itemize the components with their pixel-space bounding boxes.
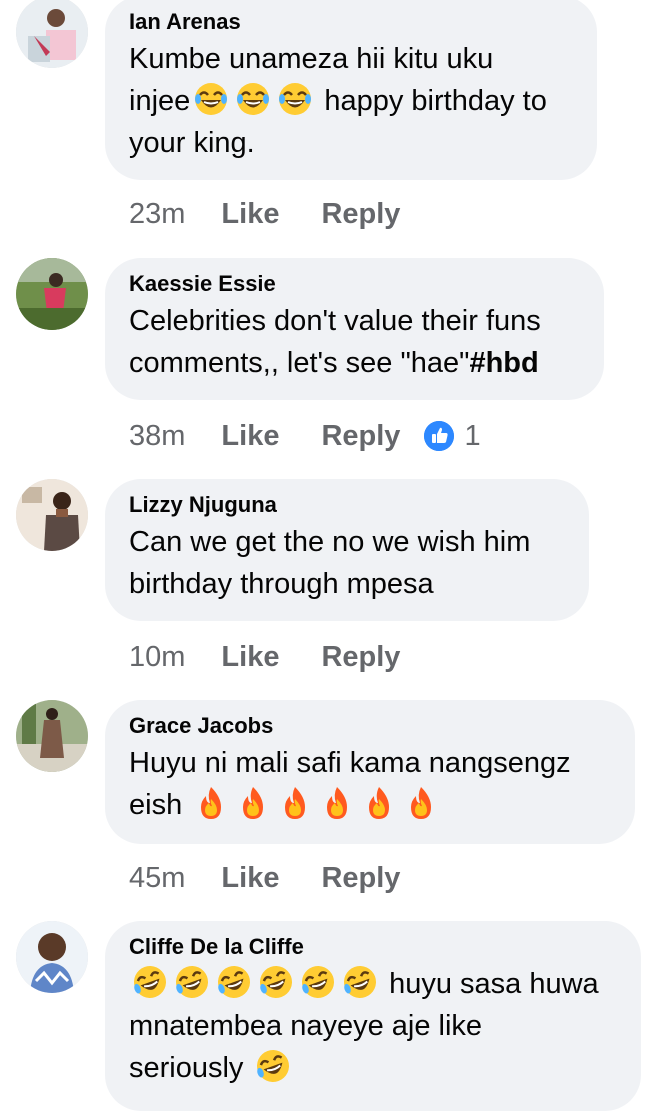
comment-line-prefix: seriously bbox=[129, 1052, 244, 1084]
reaction-count: 1 bbox=[464, 419, 481, 452]
comment-line-suffix: happy birthday to bbox=[324, 85, 547, 117]
like-button[interactable]: Like bbox=[221, 862, 279, 895]
comment-bubble: Kaessie Essie Celebrities don't value th… bbox=[105, 258, 604, 400]
comment-timestamp[interactable]: 38m bbox=[129, 420, 185, 453]
fire-icon bbox=[361, 785, 397, 821]
comment-line: Huyu ni mali safi kama nangsengz bbox=[129, 747, 571, 779]
comment-author[interactable]: Grace Jacobs bbox=[129, 712, 611, 740]
comment-bubble: Grace Jacobs Huyu ni mali safi kama nang… bbox=[105, 700, 635, 844]
comment-timestamp[interactable]: 10m bbox=[129, 641, 185, 674]
comment-author[interactable]: Lizzy Njuguna bbox=[129, 491, 565, 519]
comment-line: injee happy birthday to bbox=[129, 80, 573, 122]
like-button[interactable]: Like bbox=[221, 641, 279, 674]
rolling-on-the-floor-laughing-icon bbox=[255, 1048, 291, 1084]
fire-icon bbox=[193, 785, 229, 821]
reply-button[interactable]: Reply bbox=[321, 198, 400, 231]
comment-timestamp[interactable]: 45m bbox=[129, 862, 185, 895]
thumbs-up-icon bbox=[424, 421, 455, 451]
comment-line: mnatembea nayeye aje like bbox=[129, 1010, 483, 1042]
comment-line: Kumbe unameza hii kitu uku bbox=[129, 43, 494, 75]
comment-line-prefix: comments,, let's see "hae" bbox=[129, 347, 470, 379]
fire-icon bbox=[403, 785, 439, 821]
comment-line: comments,, let's see "hae"#hbd bbox=[129, 342, 580, 384]
rolling-on-the-floor-laughing-icon bbox=[300, 964, 336, 1000]
comment-author[interactable]: Kaessie Essie bbox=[129, 270, 580, 298]
comment-bubble: Ian Arenas Kumbe unameza hii kitu uku in… bbox=[105, 0, 597, 180]
face-with-tears-of-joy-icon bbox=[277, 81, 313, 117]
avatar[interactable] bbox=[16, 921, 88, 993]
comment-author[interactable]: Cliffe De la Cliffe bbox=[129, 933, 617, 961]
comment-text: Can we get the no we wish him birthday t… bbox=[129, 521, 565, 605]
reply-button[interactable]: Reply bbox=[321, 420, 400, 453]
hashtag-link[interactable]: #hbd bbox=[469, 347, 538, 379]
rolling-on-the-floor-laughing-icon bbox=[174, 964, 210, 1000]
rolling-on-the-floor-laughing-icon bbox=[258, 964, 294, 1000]
comment-text: huyu sasa huwa mnatembea nayeye aje like… bbox=[129, 963, 617, 1089]
fire-icon bbox=[277, 785, 313, 821]
comment-line: Celebrities don't value their funs bbox=[129, 305, 541, 337]
comment-bubble: Cliffe De la Cliffe huyu sasa huwa mnate… bbox=[105, 921, 641, 1111]
comment-line: your king. bbox=[129, 127, 255, 159]
reply-button[interactable]: Reply bbox=[321, 862, 400, 895]
avatar[interactable] bbox=[16, 479, 88, 551]
avatar[interactable] bbox=[16, 700, 88, 772]
like-button[interactable]: Like bbox=[221, 420, 279, 453]
avatar[interactable] bbox=[16, 258, 88, 330]
comment-line: seriously bbox=[129, 1047, 617, 1089]
comment-line: huyu sasa huwa bbox=[129, 963, 617, 1005]
comment-line-suffix: huyu sasa huwa bbox=[389, 968, 599, 1000]
comment-line: Can we get the no we wish him bbox=[129, 526, 531, 558]
fire-icon bbox=[235, 785, 271, 821]
rolling-on-the-floor-laughing-icon bbox=[342, 964, 378, 1000]
comment-text: Kumbe unameza hii kitu uku injee happy b… bbox=[129, 38, 573, 164]
comment-text: Celebrities don't value their funs comme… bbox=[129, 300, 580, 384]
avatar[interactable] bbox=[16, 0, 88, 68]
like-button[interactable]: Like bbox=[221, 198, 279, 231]
comment-line: eish bbox=[129, 784, 611, 826]
comment-actions: 10m Like Reply bbox=[129, 637, 442, 677]
comment-line-prefix: injee bbox=[129, 85, 191, 117]
comments-feed: Ian Arenas Kumbe unameza hii kitu uku in… bbox=[0, 0, 672, 1117]
comment-author[interactable]: Ian Arenas bbox=[129, 8, 573, 36]
comment-line: birthday through mpesa bbox=[129, 568, 434, 600]
rolling-on-the-floor-laughing-icon bbox=[132, 964, 168, 1000]
face-with-tears-of-joy-icon bbox=[193, 81, 229, 117]
reaction-summary[interactable]: 1 bbox=[424, 419, 481, 453]
rolling-on-the-floor-laughing-icon bbox=[216, 964, 252, 1000]
face-with-tears-of-joy-icon bbox=[235, 81, 271, 117]
fire-icon bbox=[319, 785, 355, 821]
comment-text: Huyu ni mali safi kama nangsengz eish bbox=[129, 742, 611, 826]
comment-actions: 23m Like Reply bbox=[129, 194, 442, 234]
comment-actions: 45m Like Reply bbox=[129, 858, 442, 898]
comment-bubble: Lizzy Njuguna Can we get the no we wish … bbox=[105, 479, 589, 621]
comment-line-prefix: eish bbox=[129, 789, 183, 821]
comment-timestamp[interactable]: 23m bbox=[129, 198, 185, 231]
reply-button[interactable]: Reply bbox=[321, 641, 400, 674]
comment-actions: 38m Like Reply 1 bbox=[129, 416, 481, 456]
